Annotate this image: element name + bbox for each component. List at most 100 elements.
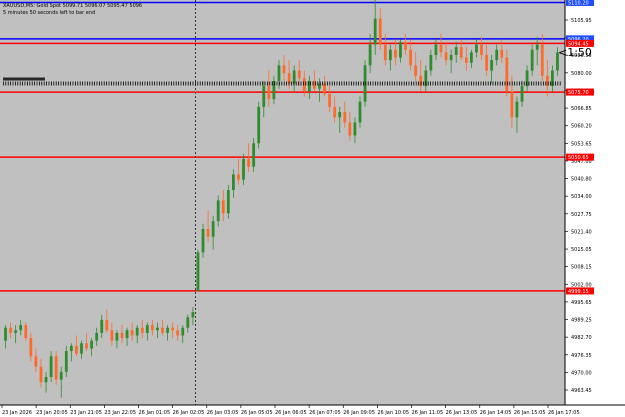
candle-body — [232, 174, 235, 191]
candle-body — [480, 44, 483, 55]
y-tick-label: 4970.00 — [571, 370, 592, 376]
candle-body — [348, 122, 352, 136]
price-tag-label: 5050.65 — [568, 155, 589, 161]
x-tick-label: 26 Jan 09:05 — [343, 410, 375, 416]
x-tick-label: 26 Jan 17:05 — [548, 410, 580, 416]
y-tick-label: 4963.45 — [571, 388, 592, 394]
price-chart[interactable]: 5105.955092.955086.555080.005073.555066.… — [0, 0, 625, 417]
x-tick-label: 26 Jan 01:05 — [139, 410, 171, 416]
candle-body — [211, 221, 215, 237]
x-tick-label: 26 Jan 15:05 — [514, 410, 546, 416]
price-tag-label: 4999.15 — [568, 289, 589, 295]
x-tick-label: 26 Jan 11:05 — [412, 410, 444, 416]
candle-body — [368, 44, 372, 66]
candle-body — [530, 49, 534, 71]
y-tick-label: 5002.00 — [571, 282, 592, 288]
candle-body — [156, 327, 159, 331]
y-tick-label: 5021.40 — [571, 229, 592, 235]
candle-body — [475, 44, 478, 53]
x-tick-label: 23 Jan 20:05 — [36, 410, 68, 416]
x-tick-label: 26 Jan 07:05 — [309, 410, 341, 416]
candle-body — [110, 330, 114, 341]
candle-body — [24, 325, 28, 339]
candle-body — [373, 18, 377, 45]
candle-body — [444, 52, 448, 61]
candle-body — [277, 65, 281, 81]
candle-body — [44, 377, 48, 383]
candle-body — [186, 317, 190, 328]
y-tick-label: 5066.85 — [571, 106, 592, 112]
candle-body — [247, 158, 250, 167]
candle-body — [485, 54, 488, 71]
candle-body — [19, 325, 23, 331]
candle-body — [161, 327, 164, 333]
candle-body — [262, 86, 266, 107]
candle-body — [100, 319, 104, 333]
candle-body — [252, 143, 256, 167]
candle-body — [399, 41, 402, 58]
candle-body — [515, 101, 519, 118]
candle-body — [383, 44, 387, 61]
candle-body — [75, 345, 78, 354]
candle-body — [140, 327, 144, 333]
candle-body — [221, 200, 225, 214]
x-tick-label: 26 Jan 10:05 — [377, 410, 409, 416]
candle-body — [64, 351, 68, 372]
candle-body — [171, 327, 175, 331]
candle-body — [464, 57, 468, 63]
candle-body — [323, 83, 326, 94]
candle-body — [237, 174, 240, 180]
candle-body — [495, 49, 499, 61]
candle-body — [510, 91, 514, 118]
y-tick-label: 5060.20 — [571, 124, 592, 130]
x-tick-label: 23 Jan 2026 — [2, 410, 32, 416]
candle-body — [343, 112, 347, 123]
candle-body — [449, 54, 453, 61]
candle-body — [434, 44, 438, 55]
y-tick-label: 4989.25 — [571, 318, 592, 324]
candle-body — [166, 327, 169, 333]
candle-body — [125, 330, 129, 339]
candle-body — [206, 228, 210, 237]
price-axis[interactable] — [565, 0, 625, 405]
y-tick-label: 4982.70 — [571, 335, 592, 341]
candle-body — [226, 190, 230, 214]
candle-body — [34, 356, 38, 367]
y-tick-label: 5027.75 — [571, 212, 592, 218]
candle-body — [196, 252, 200, 292]
x-tick-label: 26 Jan 14:05 — [480, 410, 512, 416]
candle-body — [85, 343, 88, 349]
chart-header-timer: 5 minutes 50 seconds left to bar end — [3, 10, 95, 16]
candle-body — [69, 345, 73, 352]
candle-body — [201, 228, 205, 253]
candle-body — [115, 332, 119, 341]
candle-body — [459, 47, 463, 58]
candle-body — [181, 327, 185, 336]
candle-body — [454, 47, 458, 55]
y-tick-label: 4976.35 — [571, 353, 592, 359]
chart-header-title: XAUUSD,M5: Gold Spot 5099.71 5096.07 509… — [3, 3, 142, 9]
candle-body — [540, 44, 544, 76]
candle-body — [90, 340, 94, 349]
candle-body — [353, 122, 357, 136]
candle-body — [59, 371, 63, 380]
candle-body — [267, 86, 271, 100]
candle-body — [333, 106, 337, 118]
candle-body — [525, 70, 529, 87]
candle-body — [394, 49, 397, 58]
y-tick-label: 5105.95 — [571, 18, 592, 24]
candle-body — [29, 338, 33, 357]
candle-body — [49, 356, 53, 378]
y-tick-label: 5080.00 — [571, 71, 592, 77]
y-tick-label: 5034.00 — [571, 194, 592, 200]
candle-body — [429, 54, 433, 71]
candle-body — [409, 49, 413, 66]
candle-body — [358, 101, 362, 123]
y-tick-label: 5008.15 — [571, 265, 592, 271]
candle-body — [105, 319, 109, 331]
y-tick-label: 4995.65 — [571, 300, 592, 306]
x-tick-label: 26 Jan 06:05 — [275, 410, 307, 416]
x-tick-label: 26 Jan 05:05 — [241, 410, 273, 416]
candle-body — [150, 325, 154, 331]
y-tick-label: 5015.05 — [571, 247, 592, 253]
